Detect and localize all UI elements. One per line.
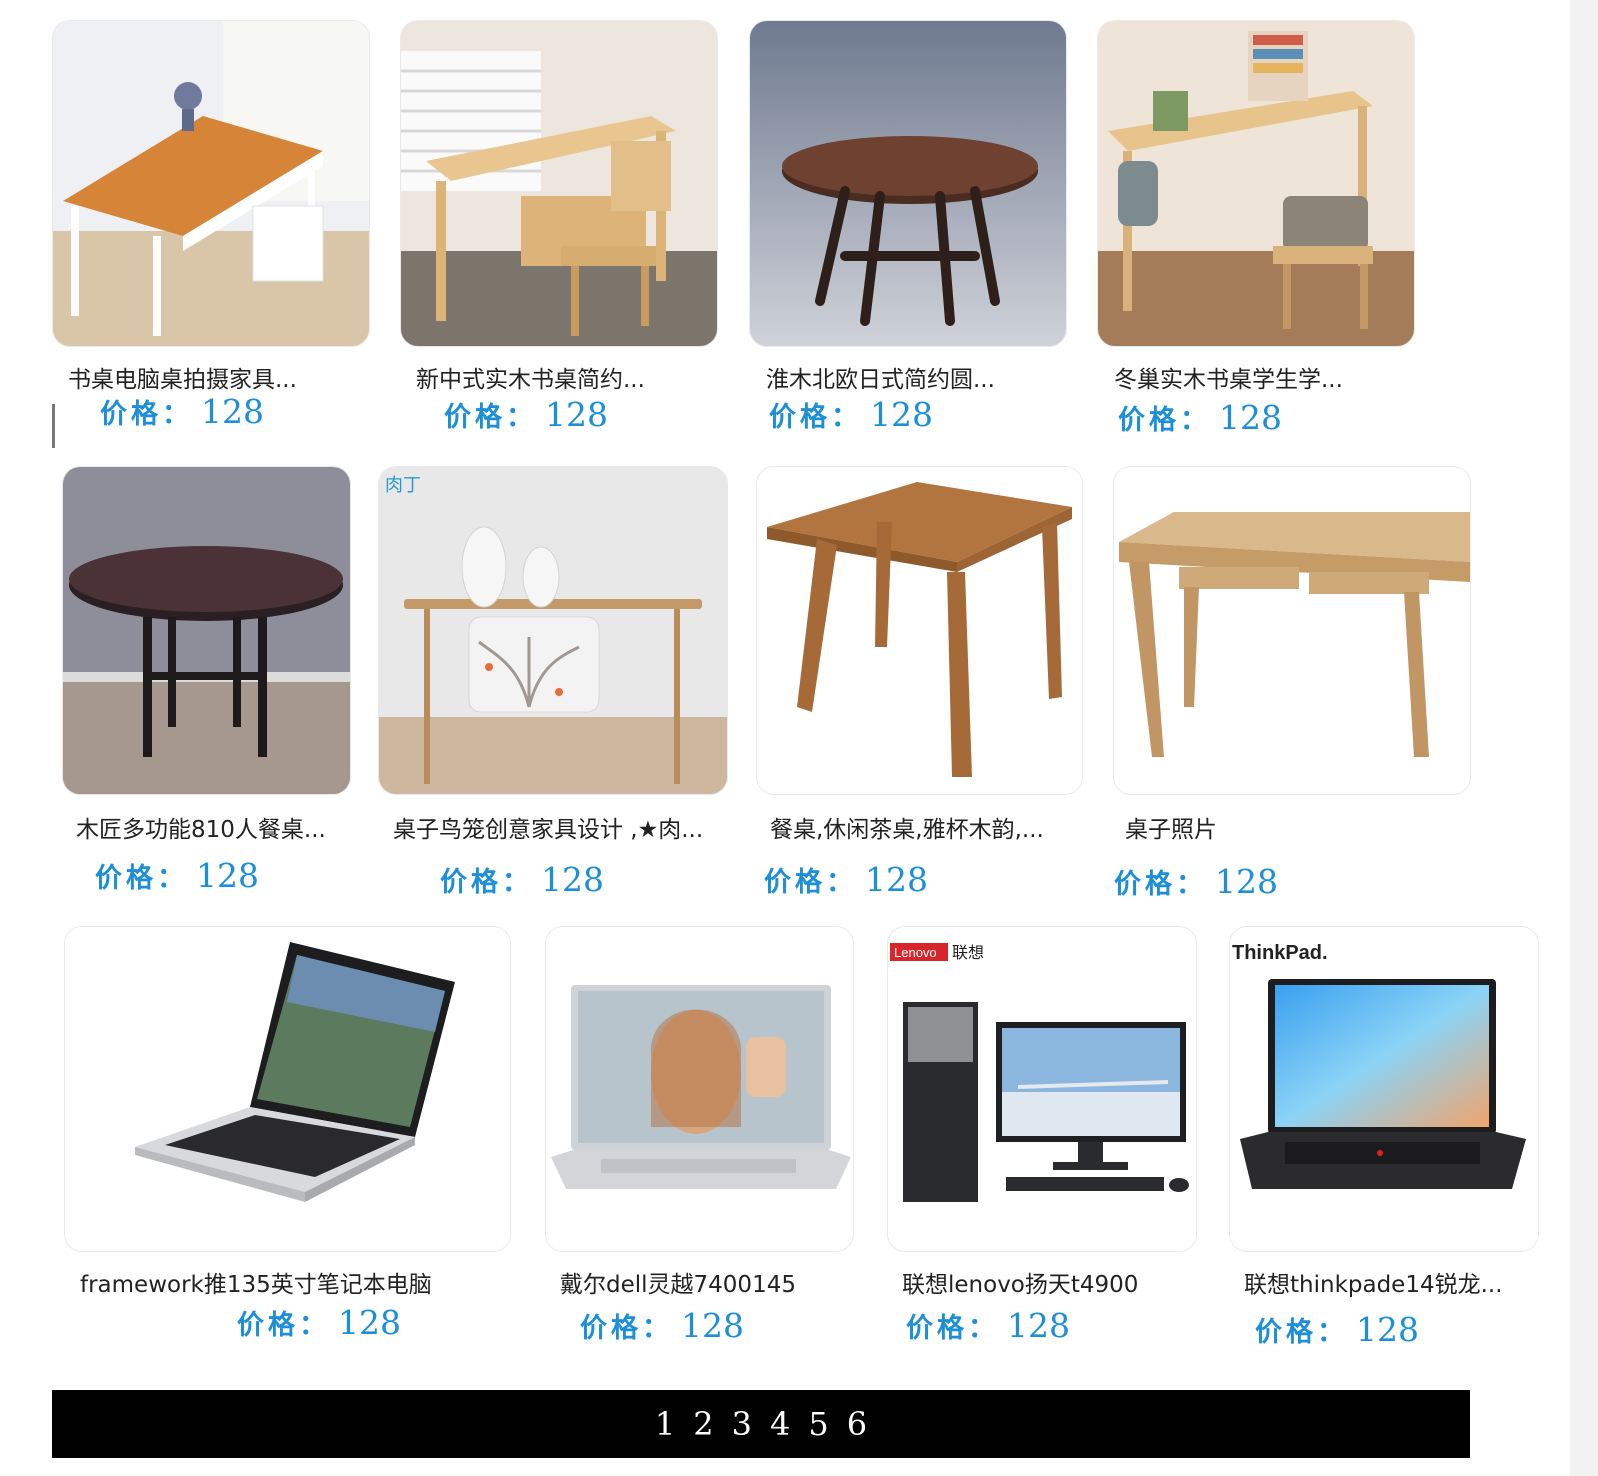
- product-price: 价格： 128: [95, 856, 259, 895]
- product-title[interactable]: 戴尔dell灵越7400145: [560, 1265, 840, 1299]
- product-price: 价格： 128: [440, 860, 604, 899]
- product-image[interactable]: Lenovo 联想: [887, 926, 1197, 1252]
- page-link-1[interactable]: 1: [651, 1405, 679, 1443]
- laptop-silver-icon: [65, 927, 510, 1251]
- product-image[interactable]: ThinkPad.: [1229, 926, 1539, 1252]
- product-title[interactable]: 餐桌,休闲茶桌,雅杯木韵,...: [770, 810, 1050, 844]
- product-title[interactable]: 木匠多功能810人餐桌...: [76, 810, 346, 844]
- product-title[interactable]: 联想thinkpade14锐龙...: [1244, 1265, 1524, 1299]
- product-image[interactable]: [62, 466, 351, 795]
- rustic-desk-icon: [1114, 467, 1470, 794]
- laptop-dell-icon: [546, 927, 853, 1251]
- product-title[interactable]: 桌子照片: [1125, 810, 1395, 844]
- product-image[interactable]: [1113, 466, 1471, 795]
- page-scroll-gutter: [1570, 0, 1598, 1476]
- product-price: 价格： 128: [906, 1306, 1070, 1345]
- product-image[interactable]: [756, 466, 1083, 795]
- laptop-thinkpad-icon: ThinkPad.: [1230, 927, 1538, 1251]
- product-price: 价格： 128: [1118, 398, 1282, 437]
- brand-logo: Lenovo: [894, 945, 937, 960]
- desktop-pc-icon: Lenovo 联想: [888, 927, 1196, 1251]
- product-image[interactable]: [749, 20, 1067, 347]
- product-title[interactable]: framework推135英寸笔记本电脑: [80, 1265, 460, 1299]
- product-title[interactable]: 淮木北欧日式简约圆...: [766, 360, 1036, 394]
- product-price: 价格： 128: [580, 1306, 744, 1345]
- pagination-bar: 1 2 3 4 5 6: [52, 1390, 1470, 1458]
- desk-chair-books-icon: [1098, 21, 1414, 346]
- product-title[interactable]: 新中式实木书桌简约...: [416, 360, 686, 394]
- product-price: 价格： 128: [100, 392, 264, 431]
- product-image[interactable]: [400, 20, 718, 347]
- page-link-5[interactable]: 5: [804, 1405, 832, 1443]
- product-title[interactable]: 书桌电脑桌拍摄家具...: [68, 360, 338, 394]
- desk-white-orange-icon: [53, 21, 369, 346]
- product-title[interactable]: 联想lenovo扬天t4900: [902, 1265, 1182, 1299]
- round-dark-table-icon: [750, 21, 1066, 346]
- brand-logo-cn: 联想: [952, 943, 984, 962]
- product-image[interactable]: [52, 20, 370, 347]
- product-price: 价格： 128: [769, 395, 933, 434]
- page-link-2[interactable]: 2: [689, 1405, 717, 1443]
- console-table-icon: 肉丁: [379, 467, 727, 794]
- page-link-6[interactable]: 6: [843, 1405, 871, 1443]
- desk-wood-chair-icon: [401, 21, 717, 346]
- round-dining-table-icon: [63, 467, 350, 794]
- product-title[interactable]: 桌子鸟笼创意家具设计 ,★肉...: [393, 810, 713, 844]
- product-title[interactable]: 冬巢实木书桌学生学...: [1114, 360, 1384, 394]
- product-price: 价格： 128: [764, 860, 928, 899]
- product-image[interactable]: 肉丁: [378, 466, 728, 795]
- product-price: 价格： 128: [1255, 1310, 1419, 1349]
- text-cursor-bar: [52, 404, 55, 448]
- page-link-3[interactable]: 3: [728, 1405, 756, 1443]
- brand-logo: ThinkPad.: [1232, 942, 1328, 964]
- product-price: 价格： 128: [237, 1303, 401, 1342]
- brand-logo: 肉丁: [385, 475, 421, 495]
- product-image[interactable]: [545, 926, 854, 1252]
- product-image[interactable]: [64, 926, 511, 1252]
- product-price: 价格： 128: [1114, 862, 1278, 901]
- product-image[interactable]: [1097, 20, 1415, 347]
- product-price: 价格： 128: [444, 395, 608, 434]
- square-tea-table-icon: [757, 467, 1082, 794]
- page-link-4[interactable]: 4: [766, 1405, 794, 1443]
